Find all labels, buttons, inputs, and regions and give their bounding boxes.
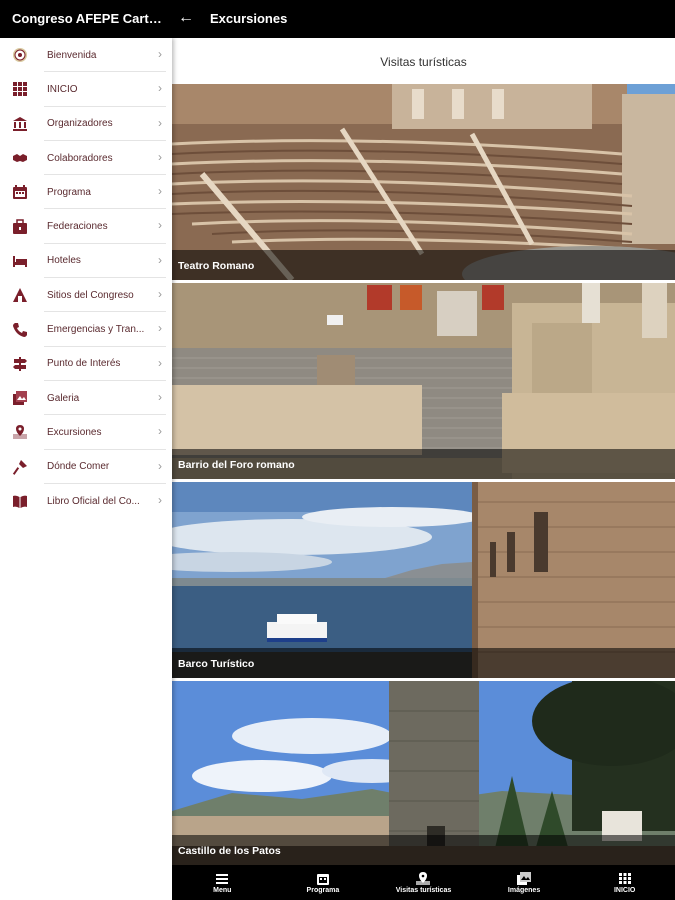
- chevron-right-icon: ›: [158, 458, 162, 473]
- chevron-right-icon: ›: [158, 184, 162, 199]
- sidebar-item-libro-oficial[interactable]: Libro Oficial del Co... ›: [0, 484, 172, 518]
- nav-label: Menu: [213, 886, 232, 894]
- nav-label: Programa: [306, 886, 340, 894]
- sidebar-item-excursiones[interactable]: Excursiones ›: [0, 415, 172, 450]
- top-app-bar: Congreso AFEPE Cartag... ← Excursiones: [0, 0, 675, 38]
- sidebar-item-punto-interes[interactable]: Punto de Interés ›: [0, 347, 172, 381]
- excursion-card[interactable]: Barco Turístico: [172, 482, 675, 678]
- chevron-right-icon: ›: [158, 321, 162, 336]
- nav-programa[interactable]: Programa: [273, 865, 374, 900]
- briefcase-icon: [0, 218, 40, 235]
- excursion-card[interactable]: Barrio del Foro romano: [172, 283, 675, 479]
- calendar-icon: [0, 184, 40, 200]
- section-title: Visitas turísticas: [380, 55, 467, 69]
- grid-icon: [618, 872, 632, 885]
- signpost-icon: [0, 356, 40, 372]
- chevron-right-icon: ›: [158, 115, 162, 130]
- nav-label: Imágenes: [507, 886, 541, 894]
- sidebar-item-donde-comer[interactable]: Dónde Comer ›: [0, 450, 172, 484]
- fork-icon: [0, 459, 40, 475]
- sidebar-item-label: Sitios del Congreso: [47, 289, 134, 301]
- nav-visitas-turisticas[interactable]: Visitas turísticas: [373, 865, 474, 900]
- grid-icon: [0, 81, 40, 97]
- chevron-right-icon: ›: [158, 389, 162, 404]
- chevron-right-icon: ›: [158, 424, 162, 439]
- sidebar-item-label: Programa: [47, 186, 91, 198]
- sidebar-item-label: Dónde Comer: [47, 461, 110, 473]
- nav-label: Visitas turísticas: [395, 886, 452, 894]
- chevron-right-icon: ›: [158, 218, 162, 233]
- map-pin-icon: [416, 871, 431, 885]
- menu-icon: [215, 872, 229, 885]
- sidebar-item-label: Excursiones: [47, 426, 102, 438]
- chevron-right-icon: ›: [158, 355, 162, 370]
- card-caption: Barco Turístico: [172, 648, 675, 678]
- sidebar-item-programa[interactable]: Programa ›: [0, 175, 172, 210]
- chevron-right-icon: ›: [158, 287, 162, 302]
- sidebar-item-emergencias[interactable]: Emergencias y Tran... ›: [0, 312, 172, 347]
- bed-icon: [0, 253, 40, 269]
- seal-icon: [0, 47, 40, 63]
- main-content: Visitas turísticas Teatro Romano Barrio …: [172, 38, 675, 865]
- chevron-right-icon: ›: [158, 492, 162, 507]
- sidebar-item-label: Bienvenida: [47, 49, 97, 61]
- calendar-icon: [316, 872, 330, 885]
- phone-icon: [0, 322, 40, 338]
- excursion-card[interactable]: Teatro Romano: [172, 84, 675, 280]
- chevron-right-icon: ›: [158, 252, 162, 267]
- sidebar-item-label: Federaciones: [47, 221, 108, 233]
- sidebar-item-bienvenida[interactable]: Bienvenida ›: [0, 38, 172, 73]
- arrow-left-icon[interactable]: ←: [178, 9, 194, 27]
- sidebar-item-inicio[interactable]: INICIO ›: [0, 72, 172, 107]
- sidebar-item-sitios-congreso[interactable]: Sitios del Congreso ›: [0, 278, 172, 313]
- sidebar-item-organizadores[interactable]: Organizadores ›: [0, 107, 172, 141]
- pyramid-icon: [0, 287, 40, 303]
- excursion-card[interactable]: Castillo de los Patos: [172, 681, 675, 865]
- chevron-right-icon: ›: [158, 47, 162, 61]
- card-caption: Castillo de los Patos: [172, 835, 675, 865]
- sidebar-item-label: INICIO: [47, 83, 78, 95]
- sidebar-item-federaciones[interactable]: Federaciones ›: [0, 209, 172, 244]
- image-icon: [517, 871, 532, 885]
- sidebar-item-label: Colaboradores: [47, 152, 113, 164]
- nav-label: INICIO: [613, 886, 636, 894]
- chevron-right-icon: ›: [158, 81, 162, 96]
- sidebar-item-label: Galeria: [47, 392, 80, 404]
- card-caption: Barrio del Foro romano: [172, 449, 675, 479]
- navigation-drawer: Bienvenida › INICIO › Organizadores › Co…: [0, 38, 172, 900]
- sidebar-item-hoteles[interactable]: Hoteles ›: [0, 244, 172, 279]
- institution-icon: [0, 116, 40, 132]
- sidebar-item-label: Libro Oficial del Co...: [47, 495, 140, 507]
- nav-inicio[interactable]: INICIO: [574, 865, 675, 900]
- sidebar-item-label: Emergencias y Tran...: [47, 324, 145, 336]
- sidebar-item-label: Hoteles: [47, 255, 81, 267]
- page-title: Excursiones: [210, 11, 288, 26]
- app-title: Congreso AFEPE Cartag...: [12, 11, 162, 26]
- sidebar-item-label: Organizadores: [47, 118, 113, 130]
- chevron-right-icon: ›: [158, 149, 162, 164]
- gallery-icon: [0, 390, 40, 406]
- sidebar-item-colaboradores[interactable]: Colaboradores ›: [0, 141, 172, 176]
- nav-imagenes[interactable]: Imágenes: [474, 865, 575, 900]
- map-pin-icon: [0, 424, 40, 440]
- card-caption: Teatro Romano: [172, 250, 675, 280]
- nav-menu[interactable]: Menu: [172, 865, 273, 900]
- handshake-icon: [0, 150, 40, 166]
- bottom-navigation: Menu Programa Visitas turísticas Imágene…: [172, 865, 675, 900]
- sidebar-item-label: Punto de Interés: [47, 358, 121, 370]
- sidebar-item-galeria[interactable]: Galeria ›: [0, 381, 172, 416]
- book-icon: [0, 493, 40, 509]
